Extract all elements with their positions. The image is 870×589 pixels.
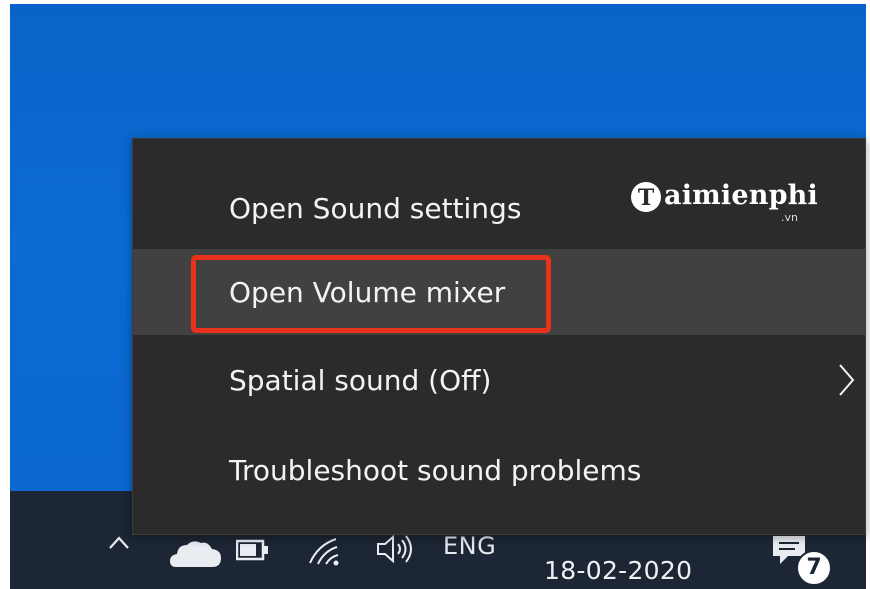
watermark-domain: .vn — [781, 211, 798, 224]
taskbar-date[interactable]: 18-02-2020 — [544, 556, 692, 585]
action-center-icon[interactable]: 7 — [770, 534, 832, 586]
notification-count-badge: 7 — [796, 550, 832, 586]
menu-item-label: Open Volume mixer — [229, 275, 506, 309]
watermark-emblem-icon: T — [631, 182, 661, 212]
watermark-logo: T aimienphi .vn — [631, 178, 831, 228]
menu-item-open-volume-mixer[interactable]: Open Volume mixer — [133, 249, 865, 335]
chevron-up-icon[interactable] — [108, 532, 130, 554]
sound-context-menu: Open Sound settings Open Volume mixer Sp… — [132, 138, 866, 535]
wifi-icon[interactable] — [306, 533, 350, 567]
cloud-icon[interactable] — [170, 539, 222, 569]
menu-item-label: Troubleshoot sound problems — [229, 453, 642, 487]
menu-item-spatial-sound[interactable]: Spatial sound (Off) — [133, 337, 865, 423]
menu-item-label: Spatial sound (Off) — [229, 363, 492, 397]
battery-icon[interactable] — [235, 538, 270, 562]
svg-text:T: T — [638, 185, 655, 211]
chevron-right-icon — [837, 363, 855, 397]
menu-item-label: Open Sound settings — [229, 191, 522, 225]
menu-item-troubleshoot-sound[interactable]: Troubleshoot sound problems — [133, 427, 865, 513]
language-indicator[interactable]: ENG — [443, 532, 496, 560]
speaker-icon[interactable] — [376, 534, 416, 564]
watermark-text: aimienphi — [664, 180, 818, 211]
